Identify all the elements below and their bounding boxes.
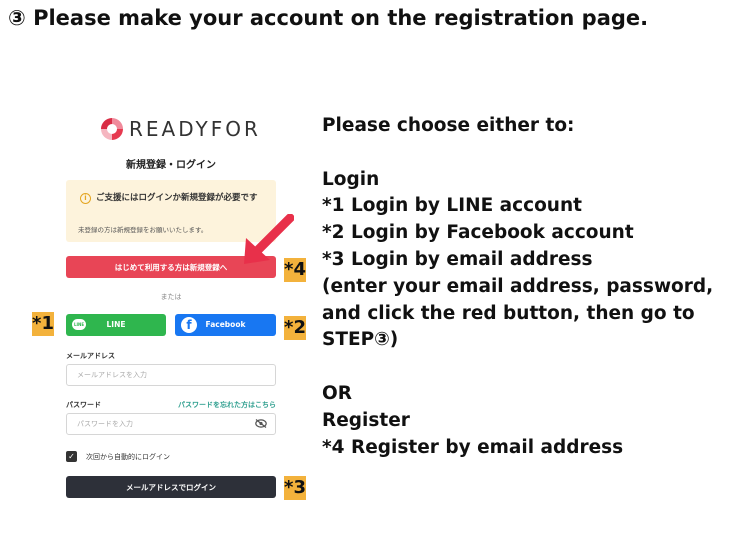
readyfor-logo: READYFOR <box>101 117 261 141</box>
remember-label: 次回から自動的にログイン <box>86 453 170 461</box>
instruction-line: *2 Login by Facebook account <box>322 222 634 244</box>
marker-2: *2 <box>284 316 306 340</box>
forgot-password-link[interactable]: パスワードを忘れた方はこちら <box>172 400 276 410</box>
marker-1: *1 <box>32 312 54 336</box>
remember-checkbox[interactable]: ✓ <box>66 451 77 462</box>
page-heading: ③ Please make your account on the regist… <box>8 6 649 30</box>
facebook-login-button[interactable]: f Facebook <box>175 314 276 336</box>
email-field[interactable]: メールアドレスを入力 <box>66 364 276 386</box>
facebook-button-label: Facebook <box>205 320 246 329</box>
instruction-line: Register <box>322 409 410 431</box>
notice-title: ご支援にはログインか新規登録が必要です <box>96 193 258 203</box>
password-field[interactable]: パスワードを入力 <box>66 413 276 435</box>
instruction-line <box>322 354 732 381</box>
password-placeholder: パスワードを入力 <box>77 420 133 428</box>
instruction-line <box>322 140 732 167</box>
password-label: パスワード <box>66 401 101 409</box>
email-placeholder: メールアドレスを入力 <box>77 371 147 379</box>
logo-text: READYFOR <box>129 117 261 141</box>
instruction-line: Please choose either to: <box>322 115 575 136</box>
logo-mark-icon <box>101 118 123 140</box>
email-login-button[interactable]: メールアドレスでログイン <box>66 476 276 498</box>
instruction-line: Login <box>322 168 380 190</box>
pointer-arrow-icon <box>244 214 294 264</box>
marker-3: *3 <box>284 476 306 500</box>
instruction-line: STEP③) <box>322 329 399 351</box>
or-divider-text: または <box>160 293 182 301</box>
line-button-label: LINE <box>106 320 126 329</box>
info-icon: i <box>80 193 91 204</box>
instruction-line: (enter your email address, password, <box>322 275 714 297</box>
instruction-line: and click the red button, then go to <box>322 302 695 324</box>
eye-off-icon[interactable] <box>255 419 267 428</box>
page-subtitle: 新規登録・ログイン <box>126 160 216 171</box>
instruction-line: OR <box>322 382 352 404</box>
instructions: Please choose either to: Login *1 Login … <box>322 113 732 461</box>
email-label: メールアドレス <box>66 352 115 360</box>
line-login-button[interactable]: LINE LINE <box>66 314 166 336</box>
instruction-line: *1 Login by LINE account <box>322 195 582 217</box>
notice-body: 未登録の方は新規登録をお願いいたします。 <box>78 226 208 234</box>
instruction-line: *3 Login by email address <box>322 248 593 270</box>
instruction-line: *4 Register by email address <box>322 436 624 458</box>
